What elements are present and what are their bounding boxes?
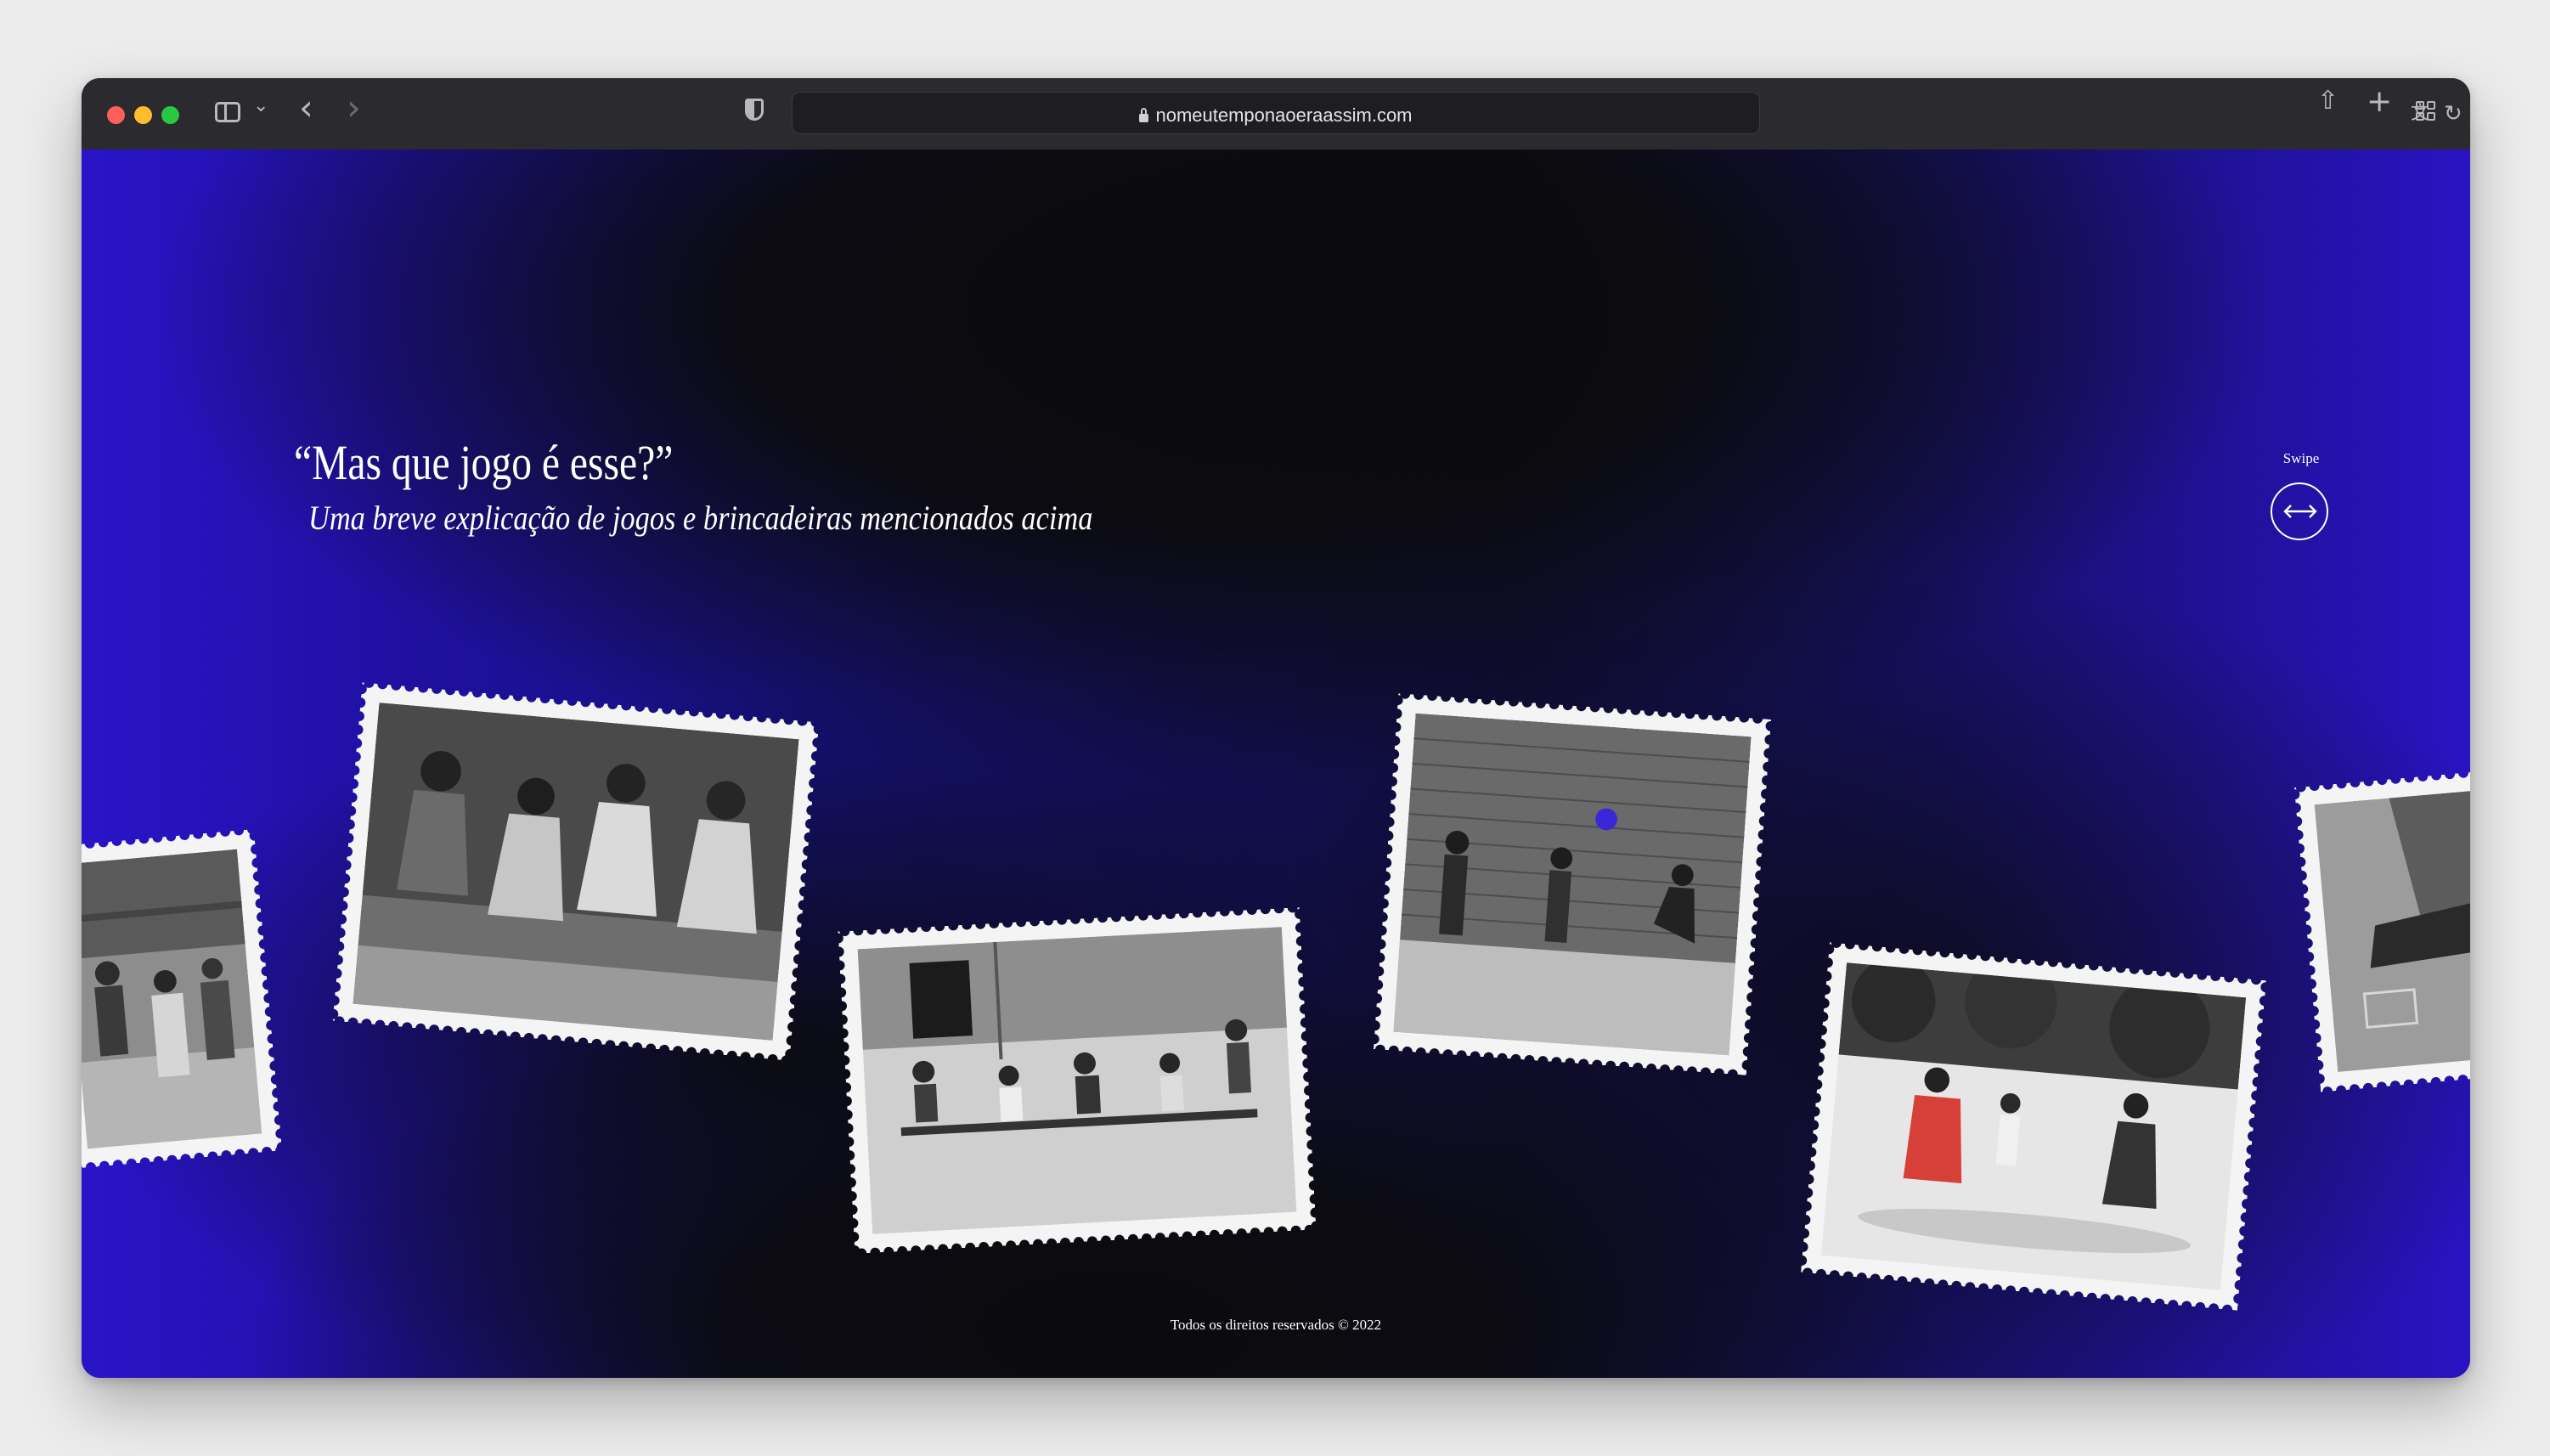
sidebar-icon[interactable] bbox=[215, 102, 240, 122]
photo-image bbox=[82, 849, 262, 1149]
chevron-down-icon[interactable]: ⌄ bbox=[253, 97, 268, 116]
photo-art bbox=[353, 703, 799, 1041]
photo-card-kneeling-child[interactable] bbox=[2293, 770, 2470, 1092]
photo-card-kids-playing-park[interactable] bbox=[1800, 942, 2267, 1311]
swipe-button[interactable] bbox=[2271, 483, 2328, 540]
new-tab-icon[interactable]: + bbox=[2367, 87, 2392, 117]
photo-image bbox=[2314, 790, 2470, 1072]
swipe-label: Swipe bbox=[2282, 450, 2320, 466]
page-subtitle: Uma breve explicação de jogos e brincade… bbox=[308, 499, 1093, 537]
browser-window: ⌄ ‹ › nomeutemponaoeraassim.com ⽂ ↻ ⇧ + … bbox=[82, 78, 2470, 1378]
footer-copyright: Todos os direitos reservados © 2022 bbox=[1170, 1317, 1382, 1333]
zoom-window-button[interactable] bbox=[161, 106, 179, 124]
back-icon[interactable]: ‹ bbox=[299, 90, 313, 126]
photo-image bbox=[353, 703, 799, 1041]
photo-art bbox=[2314, 790, 2470, 1072]
photo-art bbox=[82, 849, 262, 1149]
photo-image bbox=[857, 927, 1297, 1234]
photo-image bbox=[1820, 962, 2247, 1290]
close-window-button[interactable] bbox=[107, 106, 125, 124]
minimize-window-button[interactable] bbox=[134, 106, 152, 124]
address-url[interactable]: nomeutemponaoeraassim.com bbox=[793, 104, 1759, 127]
lock-icon bbox=[1139, 108, 1149, 122]
share-icon[interactable]: ⇧ bbox=[2317, 88, 2338, 114]
shield-icon[interactable] bbox=[745, 99, 764, 121]
page-content: “Mas que jogo é esse?” Uma breve explica… bbox=[82, 150, 2470, 1378]
reload-icon[interactable]: ↻ bbox=[2444, 103, 2463, 125]
browser-toolbar: ⌄ ‹ › nomeutemponaoeraassim.com ⽂ ↻ ⇧ + bbox=[82, 78, 2470, 150]
tab-overview-icon[interactable] bbox=[2416, 101, 2436, 121]
photo-card-girls-jumping[interactable] bbox=[332, 682, 820, 1061]
photo-card-kids-kicking-ball[interactable] bbox=[1373, 693, 1772, 1075]
photo-card-kids-on-carts[interactable] bbox=[838, 907, 1317, 1254]
photo-art bbox=[1393, 713, 1752, 1056]
photo-art bbox=[857, 927, 1297, 1234]
photo-art bbox=[1820, 962, 2247, 1290]
photo-image bbox=[1393, 713, 1752, 1056]
horizontal-arrows-icon bbox=[2283, 505, 2317, 518]
forward-icon[interactable]: › bbox=[347, 90, 361, 126]
photo-card-street-festival[interactable] bbox=[82, 828, 283, 1170]
page-title: “Mas que jogo é esse?” bbox=[294, 435, 674, 490]
url-text: nomeutemponaoeraassim.com bbox=[1155, 104, 1413, 126]
address-bar[interactable]: nomeutemponaoeraassim.com ⽂ ↻ bbox=[792, 92, 2463, 134]
